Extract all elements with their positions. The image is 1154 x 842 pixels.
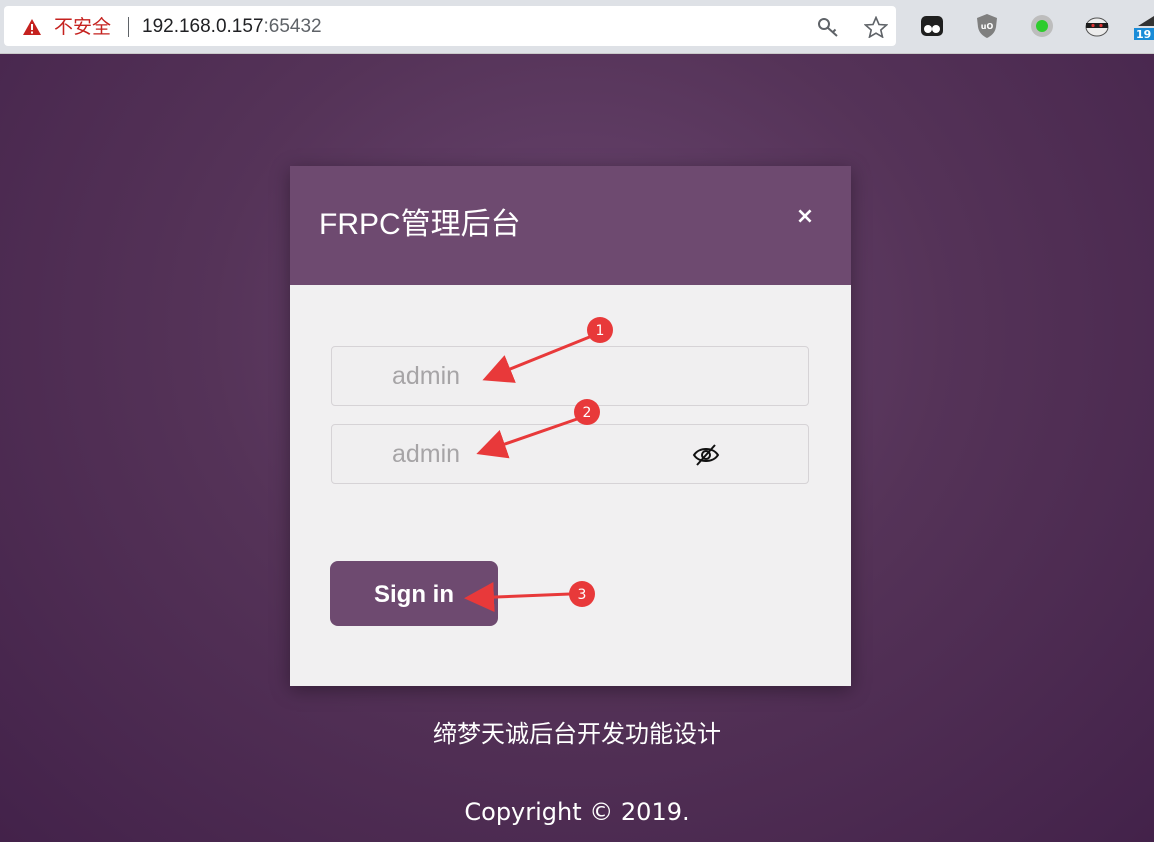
warning-icon[interactable] xyxy=(22,18,42,36)
url-text[interactable]: 192.168.0.157:65432 xyxy=(142,16,322,38)
url-host: 192.168.0.157 xyxy=(142,16,264,37)
star-icon[interactable] xyxy=(864,16,888,38)
ublock-icon[interactable]: uO xyxy=(973,12,1001,40)
tampermonkey-icon[interactable] xyxy=(918,12,946,40)
close-button[interactable]: × xyxy=(792,204,818,230)
copyright-text: Copyright © 2019. xyxy=(464,798,690,826)
password-field[interactable] xyxy=(331,424,809,484)
footer-slogan: 缔梦天诚后台开发功能设计 xyxy=(433,720,721,748)
partial-ext-badge: 19 xyxy=(1136,28,1152,40)
password-input[interactable] xyxy=(332,425,808,483)
url-port: :65432 xyxy=(263,16,322,37)
login-modal: FRPC管理后台 × Sign in xyxy=(290,166,851,686)
address-bar[interactable]: 不安全 192.168.0.157:65432 xyxy=(4,6,896,46)
partial-ext-icon[interactable]: 19 xyxy=(1134,12,1154,40)
username-input[interactable] xyxy=(332,347,808,405)
green-dot-icon[interactable] xyxy=(1028,12,1056,40)
modal-title: FRPC管理后台 xyxy=(319,208,521,241)
modal-header: FRPC管理后台 × xyxy=(290,166,851,285)
svg-text:uO: uO xyxy=(981,22,994,31)
ninja-icon[interactable] xyxy=(1083,12,1111,40)
address-divider xyxy=(128,17,129,37)
sign-in-button[interactable]: Sign in xyxy=(330,561,498,626)
browser-toolbar: 不安全 192.168.0.157:65432 uO 19 xyxy=(0,0,1154,54)
insecure-label[interactable]: 不安全 xyxy=(54,16,111,38)
eye-off-icon[interactable] xyxy=(692,442,720,468)
key-icon[interactable] xyxy=(816,16,840,38)
username-field[interactable] xyxy=(331,346,809,406)
